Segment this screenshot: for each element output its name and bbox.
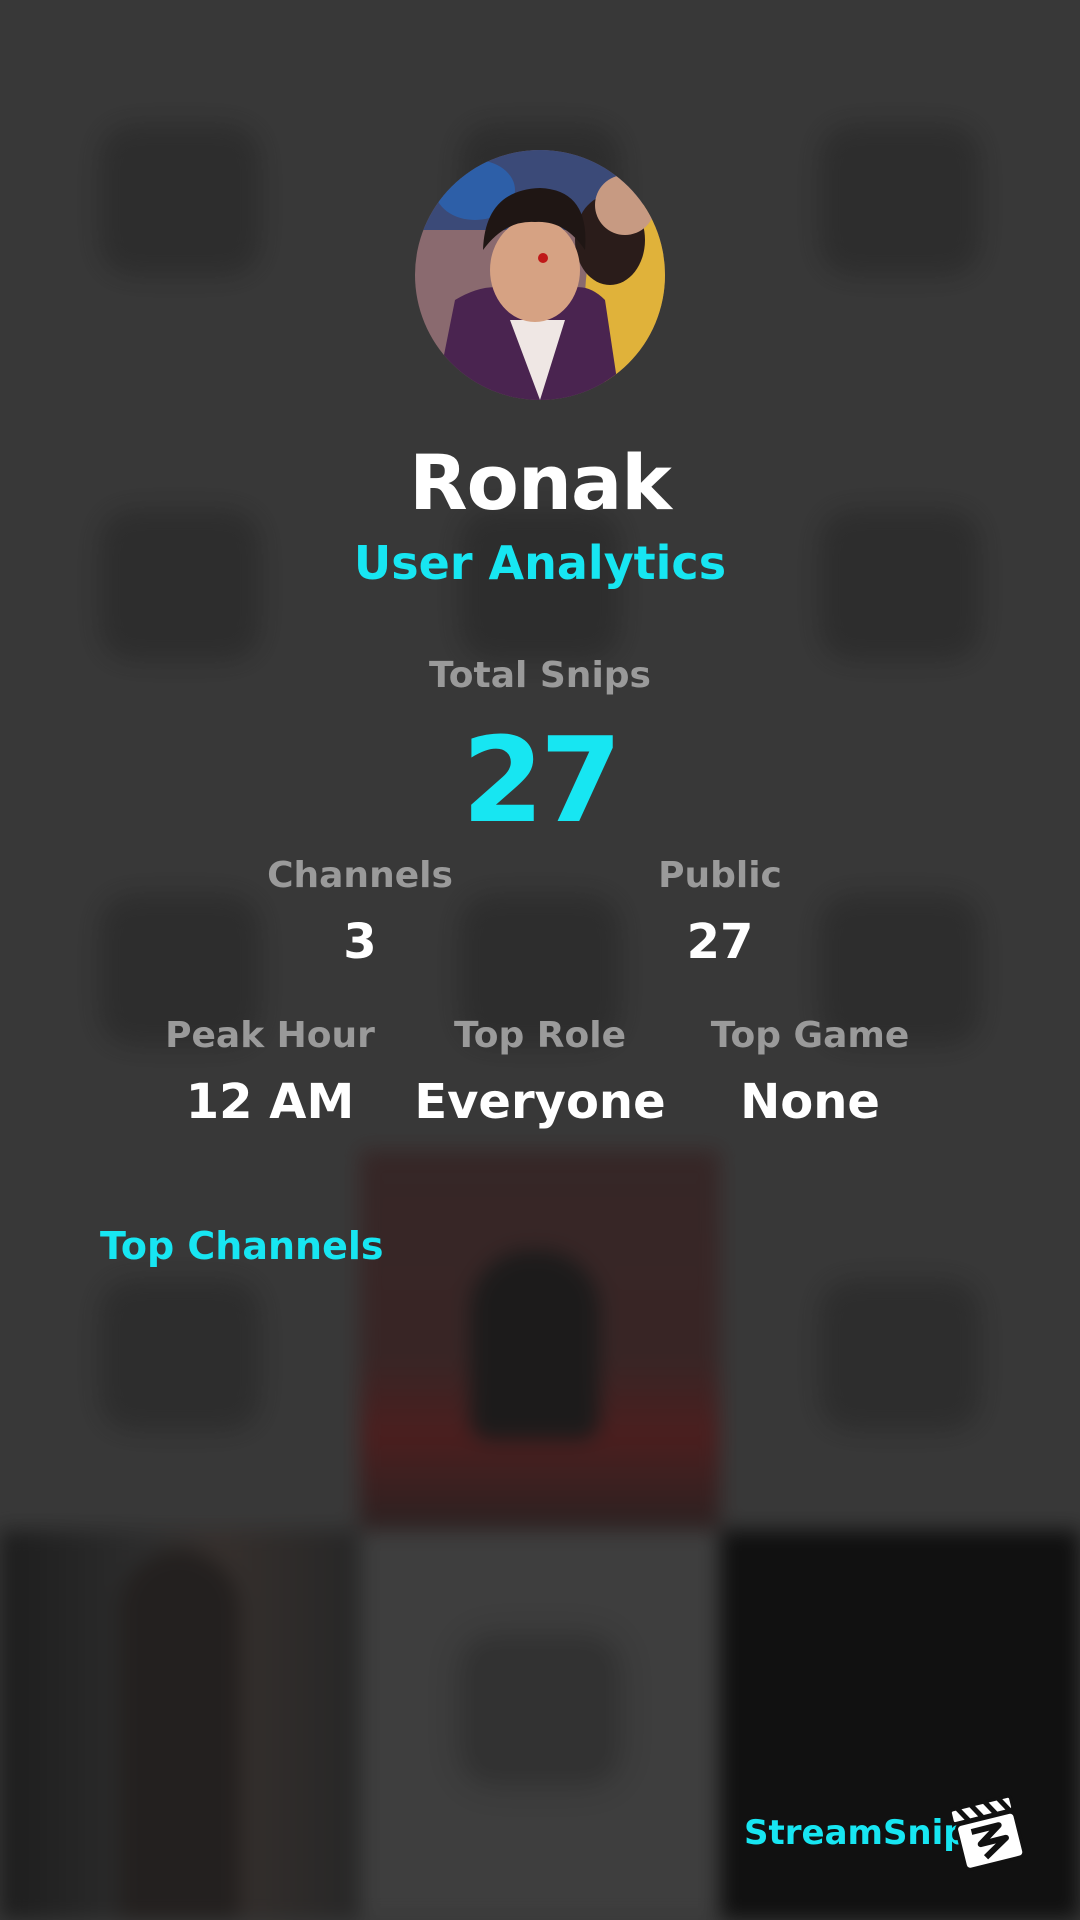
avatar-photo [415,150,665,400]
page-subtitle: User Analytics [353,536,727,590]
top-role-label: Top Role [453,1015,627,1056]
channels-label: Channels [267,855,453,896]
total-snips-value: 27 [461,711,622,849]
brand-name: StreamSnip [744,1813,968,1853]
top-game-value: None [740,1074,880,1130]
top-game-label: Top Game [710,1015,910,1056]
peak-hour-label: Peak Hour [165,1015,375,1056]
top-role-value: Everyone [414,1074,666,1130]
brand-footer: StreamSnip [700,1788,1040,1878]
clapperboard-logo-icon [948,1792,1026,1872]
top-channels-heading: Top Channels [100,1224,384,1268]
public-label: Public [658,855,782,896]
total-snips-label: Total Snips [429,655,651,696]
user-name: Ronak [409,438,672,527]
public-value: 27 [686,914,754,970]
analytics-card: Ronak User Analytics Total Snips 27 Chan… [0,0,1080,1920]
peak-hour-value: 12 AM [185,1074,355,1130]
channels-value: 3 [343,914,377,970]
avatar [415,150,665,400]
analytics-content: Ronak User Analytics Total Snips 27 Chan… [0,0,1080,1920]
